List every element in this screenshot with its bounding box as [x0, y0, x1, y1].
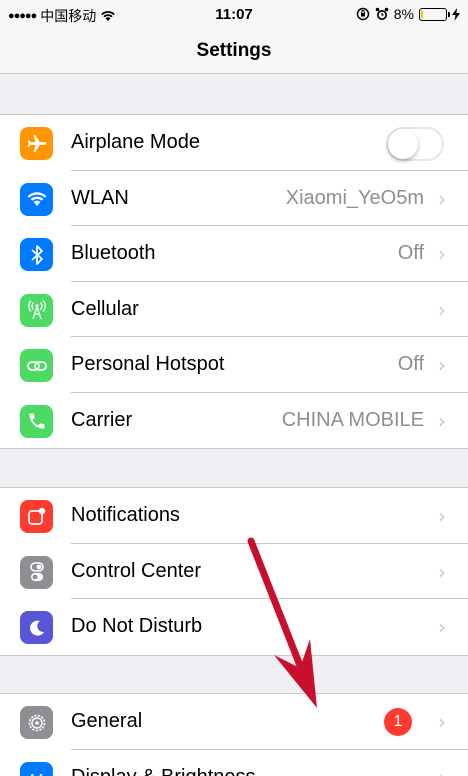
control-center-label: Control Center	[71, 559, 202, 582]
carrier-label: Carrier	[71, 408, 133, 431]
cellular-antenna-icon	[20, 293, 53, 327]
airplane-mode-toggle[interactable]	[386, 127, 444, 161]
bluetooth-label: Bluetooth	[71, 242, 156, 264]
row-notifications[interactable]: Notifications ›	[0, 488, 468, 544]
update-badge: 1	[384, 708, 412, 736]
row-personal-hotspot[interactable]: Personal Hotspot Off ›	[0, 337, 468, 393]
chevron-right-icon: ›	[438, 297, 446, 322]
row-carrier[interactable]: Carrier CHINA MOBILE ›	[0, 393, 468, 449]
cellular-label: Cellular	[71, 297, 139, 320]
row-display-brightness[interactable]: AA Display & Brightness ›	[0, 750, 468, 776]
bluetooth-value: Off	[397, 242, 424, 264]
general-label: General	[71, 710, 143, 732]
wlan-label: WLAN	[71, 186, 129, 209]
chevron-right-icon: ›	[438, 504, 446, 528]
battery-percent: 8%	[393, 6, 414, 22]
chevron-right-icon: ›	[438, 766, 446, 776]
airplane-icon	[20, 127, 53, 160]
status-right: 8%	[356, 6, 460, 22]
gear-icon	[20, 706, 53, 739]
moon-icon	[20, 611, 53, 644]
chevron-right-icon: ›	[438, 408, 446, 433]
row-bluetooth[interactable]: Bluetooth Off ›	[0, 226, 468, 282]
settings-group-alerts: Notifications › Control Center › Do Not …	[0, 487, 468, 656]
rotation-lock-icon	[356, 7, 370, 21]
chevron-right-icon: ›	[438, 615, 446, 639]
navigation-bar: Settings	[0, 30, 468, 74]
settings-group-general: General 1 › AA Display & Brightness ›	[0, 693, 468, 776]
battery-icon	[419, 7, 450, 21]
row-wlan[interactable]: WLAN Xiaomi_YeO5m ›	[0, 171, 468, 226]
display-brightness-label: Display & Brightness	[71, 766, 256, 776]
row-do-not-disturb[interactable]: Do Not Disturb ›	[0, 599, 468, 655]
hotspot-icon	[20, 349, 53, 382]
row-airplane-mode[interactable]: Airplane Mode	[0, 115, 468, 171]
toggle-knob	[388, 129, 418, 159]
carrier-value: CHINA MOBILE	[281, 408, 424, 431]
notifications-label: Notifications	[71, 504, 180, 526]
airplane-mode-label: Airplane Mode	[71, 131, 200, 153]
phone-icon	[20, 404, 53, 438]
chevron-right-icon: ›	[438, 186, 446, 211]
row-general[interactable]: General 1 ›	[0, 694, 468, 750]
chevron-right-icon: ›	[438, 242, 446, 266]
battery-fill	[421, 9, 423, 19]
settings-group-connectivity: Airplane Mode WLAN Xiaomi_YeO5m › Blueto…	[0, 114, 468, 449]
alarm-icon	[375, 7, 389, 20]
charging-bolt-icon	[452, 7, 460, 21]
do-not-disturb-label: Do Not Disturb	[71, 615, 203, 637]
personal-hotspot-label: Personal Hotspot	[71, 353, 225, 375]
display-icon: AA	[20, 761, 53, 776]
wifi-icon	[20, 182, 53, 216]
row-cellular[interactable]: Cellular ›	[0, 282, 468, 337]
chevron-right-icon: ›	[438, 710, 446, 734]
notifications-icon	[20, 500, 53, 533]
control-center-icon	[20, 555, 53, 589]
bluetooth-icon	[20, 238, 53, 271]
personal-hotspot-value: Off	[397, 353, 424, 375]
row-control-center[interactable]: Control Center ›	[0, 544, 468, 599]
chevron-right-icon: ›	[438, 353, 446, 377]
page-title: Settings	[196, 40, 272, 61]
svg-text:AA: AA	[28, 771, 46, 776]
wlan-value: Xiaomi_YeO5m	[285, 186, 424, 209]
status-bar: ●●●●● 中国移动 11:07 8%	[0, 0, 468, 30]
chevron-right-icon: ›	[438, 559, 446, 584]
